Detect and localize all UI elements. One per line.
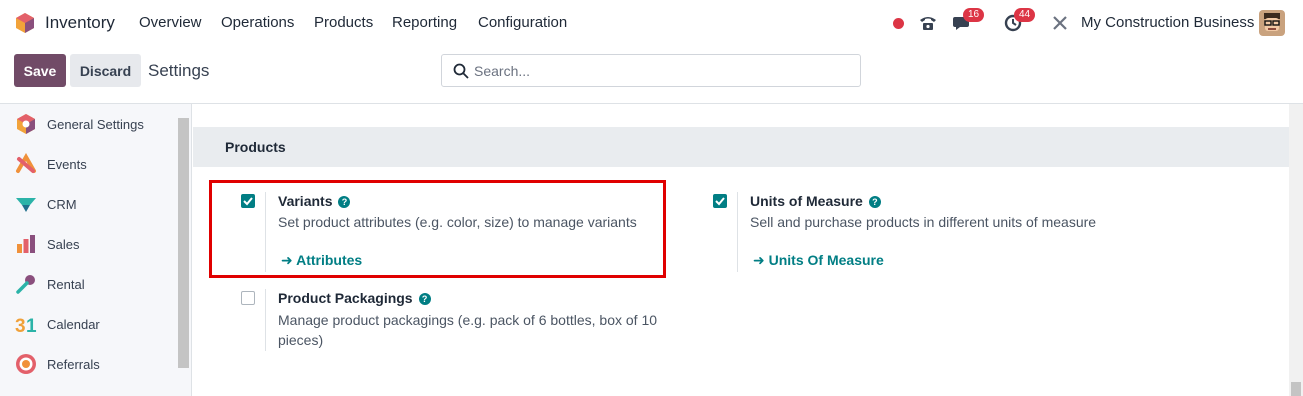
- user-avatar[interactable]: [1259, 10, 1285, 36]
- calendar-icon: 3 1: [15, 316, 37, 335]
- settings-sidebar: General Settings Events CRM Sales Rental: [0, 104, 192, 396]
- product-packagings-checkbox[interactable]: [241, 291, 255, 305]
- units-of-measure-title: Units of Measure: [750, 193, 863, 209]
- units-of-measure-description: Sell and purchase products in different …: [750, 214, 1097, 230]
- discard-button[interactable]: Discard: [70, 54, 141, 87]
- units-of-measure-checkbox[interactable]: [713, 194, 727, 208]
- search-input[interactable]: [474, 61, 844, 81]
- search-box: [441, 54, 861, 87]
- company-switcher[interactable]: My Construction Business: [1081, 14, 1254, 31]
- sidebar-item-label: Calendar: [47, 316, 100, 332]
- search-icon: [453, 63, 469, 79]
- header-divider: [0, 103, 1303, 104]
- sidebar-item-referrals[interactable]: Referrals: [0, 346, 176, 382]
- sidebar-item-general-settings[interactable]: General Settings: [0, 106, 176, 142]
- phone-icon[interactable]: [918, 12, 938, 34]
- sidebar-item-label: Referrals: [47, 356, 100, 372]
- status-dot-icon[interactable]: [891, 12, 905, 34]
- sidebar-item-label: General Settings: [47, 116, 144, 132]
- save-button[interactable]: Save: [14, 54, 66, 87]
- setting-divider: [737, 192, 738, 272]
- messages-icon[interactable]: 16: [951, 8, 985, 34]
- activities-clock-icon[interactable]: 44: [1002, 8, 1036, 34]
- events-icon: [16, 153, 36, 173]
- menu-reporting[interactable]: Reporting: [392, 14, 457, 31]
- menu-overview[interactable]: Overview: [139, 14, 202, 31]
- highlight-annotation-box: [209, 180, 666, 278]
- svg-text:3: 3: [15, 316, 26, 335]
- inventory-app-icon[interactable]: [14, 12, 36, 34]
- sidebar-scrollbar[interactable]: [178, 118, 189, 368]
- general-settings-icon: [17, 114, 35, 134]
- menu-configuration[interactable]: Configuration: [478, 14, 567, 31]
- debug-tools-icon[interactable]: [1050, 12, 1070, 34]
- sidebar-item-rental[interactable]: Rental: [0, 266, 176, 302]
- app-name[interactable]: Inventory: [45, 13, 115, 33]
- sidebar-item-events[interactable]: Events: [0, 146, 176, 182]
- sidebar-item-label: Sales: [47, 236, 80, 252]
- menu-products[interactable]: Products: [314, 14, 373, 31]
- sidebar-item-label: Rental: [47, 276, 85, 292]
- arrow-right-icon: ➜: [753, 252, 769, 268]
- section-header: [193, 127, 1289, 167]
- crm-icon: [16, 198, 36, 212]
- sidebar-item-label: Events: [47, 156, 87, 172]
- svg-text:1: 1: [26, 316, 37, 335]
- activities-badge: 44: [1014, 8, 1036, 22]
- main-scrollbar[interactable]: [1289, 104, 1303, 396]
- sales-icon: [17, 235, 35, 253]
- product-packagings-setting: Product Packagings?: [278, 290, 431, 306]
- sidebar-item-calendar[interactable]: 3 1 Calendar: [0, 306, 176, 342]
- top-navbar: Inventory Overview Operations Products R…: [0, 0, 1303, 46]
- units-of-measure-link-label: Units Of Measure: [768, 252, 884, 268]
- help-icon[interactable]: ?: [868, 196, 881, 208]
- menu-operations[interactable]: Operations: [221, 14, 294, 31]
- product-packagings-description-cont: pieces): [278, 332, 324, 348]
- sidebar-item-sales[interactable]: Sales: [0, 226, 176, 262]
- product-packagings-title: Product Packagings: [278, 290, 413, 306]
- units-of-measure-link[interactable]: ➜ Units Of Measure: [753, 252, 884, 269]
- messages-badge: 16: [963, 8, 985, 22]
- section-title: Products: [225, 139, 286, 155]
- help-icon[interactable]: ?: [418, 293, 431, 305]
- setting-divider: [265, 289, 266, 351]
- referrals-icon: [16, 354, 36, 374]
- page-title: Settings: [148, 61, 210, 80]
- product-packagings-description: Manage product packagings (e.g. pack of …: [278, 312, 658, 328]
- sidebar-item-label: CRM: [47, 196, 77, 212]
- sidebar-item-crm[interactable]: CRM: [0, 186, 176, 222]
- units-of-measure-setting: Units of Measure?: [750, 193, 881, 209]
- rental-icon: [16, 275, 35, 294]
